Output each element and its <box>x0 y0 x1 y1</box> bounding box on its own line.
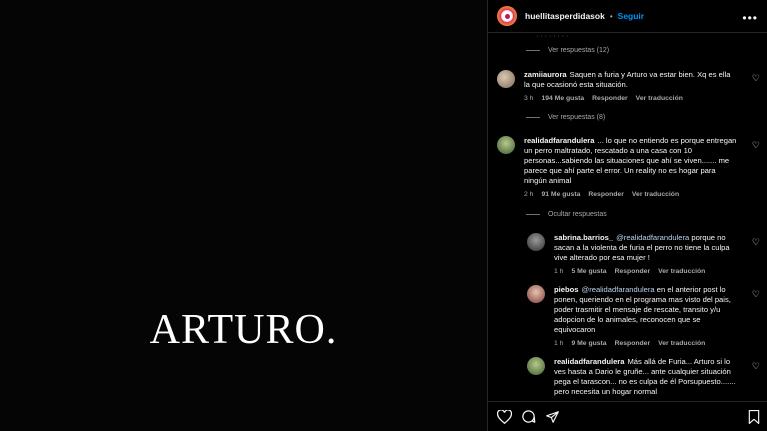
comment-username[interactable]: realidadfarandulera <box>524 136 594 145</box>
comment-username[interactable]: sabrina.barrios_ <box>554 233 613 242</box>
post-header: huellitasperdidasok • Seguir ••• <box>488 0 767 33</box>
reply-button[interactable]: Responder <box>592 94 628 104</box>
avatar[interactable] <box>497 136 515 154</box>
reply-divider <box>526 214 540 215</box>
comment-time[interactable]: 1 h <box>554 267 563 277</box>
share-send-icon[interactable] <box>545 410 560 424</box>
reply-button[interactable]: Responder <box>615 267 651 277</box>
avatar[interactable] <box>527 233 545 251</box>
avatar[interactable] <box>497 70 515 88</box>
translate-button[interactable]: Ver traducción <box>632 190 679 200</box>
list-item: zamiiaurora Saquen a furia y Arturo va es… <box>497 70 737 104</box>
comment-username[interactable]: zamiiaurora <box>524 70 567 79</box>
list-item: realidadfarandulera... lo que no entiend… <box>497 136 737 200</box>
post-media[interactable]: ARTURO. <box>0 0 487 431</box>
view-replies-button[interactable]: Ver respuestas (8) <box>526 114 605 121</box>
list-item: sabrina.barrios_ @realidadfarandulera por… <box>527 233 739 277</box>
more-options-icon[interactable]: ••• <box>742 11 758 25</box>
comment-likes[interactable]: 5 Me gusta <box>571 267 606 277</box>
list-item: realidadfarandulera Más allá de Furia... … <box>527 357 739 397</box>
header-separator: • <box>609 11 613 21</box>
reply-divider <box>526 50 540 51</box>
hide-replies-label: Ocultar respuestas <box>548 211 607 218</box>
comment-likes[interactable]: 194 Me gusta <box>541 94 584 104</box>
like-heart-icon[interactable]: ♡ <box>752 289 760 300</box>
like-heart-icon[interactable] <box>497 409 512 424</box>
like-heart-icon[interactable]: ♡ <box>752 140 760 151</box>
reply-divider <box>526 117 540 118</box>
like-heart-icon[interactable]: ♡ <box>752 73 760 84</box>
comment-mention[interactable]: @realidadfarandulera <box>616 233 689 242</box>
comment-username[interactable]: realidadfarandulera <box>554 357 624 366</box>
comment-mention[interactable]: @realidadfarandulera <box>581 285 654 294</box>
view-replies-label: Ver respuestas (8) <box>548 114 606 121</box>
comment-time[interactable]: 3 h <box>524 94 533 104</box>
header-username[interactable]: huellitasperdidasok <box>525 11 605 21</box>
reply-button[interactable]: Responder <box>588 190 624 200</box>
avatar[interactable] <box>527 285 545 303</box>
avatar[interactable] <box>497 6 517 26</box>
comment-likes[interactable]: 9 Me gusta <box>571 339 606 349</box>
follow-button[interactable]: Seguir <box>618 11 644 21</box>
like-heart-icon[interactable]: ♡ <box>752 237 760 248</box>
post-actions-bar <box>488 401 767 431</box>
translate-button[interactable]: Ver traducción <box>658 267 705 277</box>
comment-likes[interactable]: 91 Me gusta <box>541 190 580 200</box>
comment-username[interactable]: piebos <box>554 285 578 294</box>
comments-panel: huellitasperdidasok • Seguir ••• · · · ·… <box>487 0 767 431</box>
like-heart-icon[interactable]: ♡ <box>752 361 760 372</box>
media-title-text: ARTURO. <box>149 307 338 353</box>
avatar[interactable] <box>527 357 545 375</box>
translate-button[interactable]: Ver traducción <box>636 94 683 104</box>
reply-button[interactable]: Responder <box>615 339 651 349</box>
view-replies-button[interactable]: Ver respuestas (12) <box>526 47 609 54</box>
comment-time[interactable]: 2 h <box>524 190 533 200</box>
bookmark-icon[interactable] <box>748 410 760 424</box>
comment-bubble-icon[interactable] <box>521 409 536 424</box>
comment-time[interactable]: 1 h <box>554 339 563 349</box>
comment-list[interactable]: · · · · · · · · Ver respuestas (12) zami… <box>488 33 767 401</box>
translate-button[interactable]: Ver traducción <box>658 339 705 349</box>
hide-replies-button[interactable]: Ocultar respuestas <box>526 211 607 218</box>
list-item: piebos @realidadfarandulera en el anterio… <box>527 285 739 349</box>
truncated-comment-text: · · · · · · · · <box>536 33 569 40</box>
view-replies-label: Ver respuestas (12) <box>548 47 610 54</box>
